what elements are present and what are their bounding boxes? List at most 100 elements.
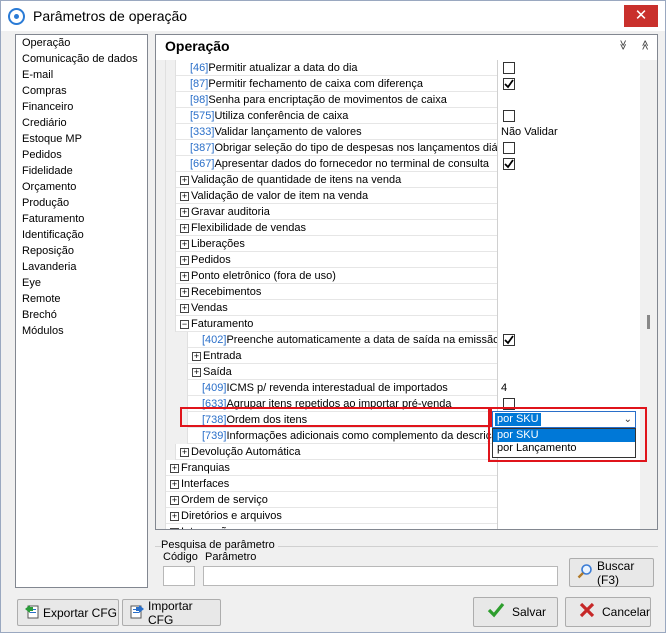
cancel-button[interactable]: Cancelar [565, 597, 651, 627]
category-item[interactable]: Brechó [16, 307, 147, 323]
row-value-cell[interactable] [497, 332, 640, 348]
collapse-all-icon[interactable]: ≫ [615, 38, 629, 52]
tree-group-row[interactable]: + Vendas [166, 300, 640, 316]
expand-icon[interactable]: + [180, 272, 189, 281]
tree-group-row[interactable]: + Recebimentos [166, 284, 640, 300]
category-item[interactable]: Eye [16, 275, 147, 291]
category-item[interactable]: Módulos [16, 323, 147, 339]
category-item[interactable]: Orçamento [16, 179, 147, 195]
collapse-icon[interactable]: − [180, 320, 189, 329]
row-value-cell[interactable] [497, 60, 640, 76]
category-item[interactable]: Financeiro [16, 99, 147, 115]
tree-group-row[interactable]: + Validação de valor de item na venda [166, 188, 640, 204]
category-item[interactable]: Reposição [16, 243, 147, 259]
category-item[interactable]: Crediário [16, 115, 147, 131]
category-item[interactable]: Estoque MP [16, 131, 147, 147]
chevron-down-icon[interactable]: ⌄ [624, 412, 632, 427]
dropdown-options-list[interactable]: por SKU por Lançamento [492, 428, 636, 458]
group-label: Devolução Automática [191, 446, 301, 458]
checkbox[interactable] [503, 78, 515, 90]
parameters-window: Parâmetros de operação ✕ Operação Comunic… [0, 0, 666, 633]
category-item[interactable]: Pedidos [16, 147, 147, 163]
expand-icon[interactable]: + [180, 224, 189, 233]
category-item[interactable]: E-mail [16, 67, 147, 83]
code-input[interactable] [163, 566, 195, 586]
parameter-row[interactable]: [402]Preenche automaticamente a data de … [166, 332, 640, 348]
row-value-cell[interactable]: Não Validar [497, 124, 640, 140]
expand-icon[interactable]: + [192, 368, 201, 377]
parameter-code: [402] [202, 334, 227, 346]
category-item[interactable]: Comunicação de dados [16, 51, 147, 67]
parameter-row[interactable]: [575]Utiliza conferência de caixa [166, 108, 640, 124]
category-item[interactable]: Produção [16, 195, 147, 211]
parameter-row[interactable]: [87]Permitir fechamento de caixa com dif… [166, 76, 640, 92]
expand-icon[interactable]: + [180, 256, 189, 265]
category-item[interactable]: Compras [16, 83, 147, 99]
tree-group-row[interactable]: + Diretórios e arquivos [166, 508, 640, 524]
category-item[interactable]: Identificação [16, 227, 147, 243]
tree-group-row[interactable]: + Liberações [166, 236, 640, 252]
tree-group-row[interactable]: + Ponto eletrônico (fora de uso) [166, 268, 640, 284]
category-item[interactable]: Remote [16, 291, 147, 307]
tree-group-row[interactable]: − Faturamento [166, 316, 640, 332]
row-value-cell[interactable] [497, 108, 640, 124]
expand-all-icon[interactable]: ≪ [637, 38, 651, 52]
expand-icon[interactable]: + [180, 448, 189, 457]
save-button[interactable]: Salvar [473, 597, 558, 627]
dropdown-option-por-sku[interactable]: por SKU [493, 429, 635, 442]
tree-group-row[interactable]: + Flexibilidade de vendas [166, 220, 640, 236]
scrollbar-thumb[interactable] [647, 315, 650, 329]
tree-group-row[interactable]: + Interfaces [166, 476, 640, 492]
row-value-cell[interactable] [497, 92, 640, 108]
category-item[interactable]: Fidelidade [16, 163, 147, 179]
checkbox[interactable] [503, 62, 515, 74]
tree-group-row[interactable]: + Saída [166, 364, 640, 380]
expand-icon[interactable]: + [180, 288, 189, 297]
ordem-dos-itens-select[interactable]: por SKU ⌄ [492, 411, 636, 428]
parameter-row[interactable]: [333]Validar lançamento de valores Não Va… [166, 124, 640, 140]
row-value-cell[interactable] [497, 140, 640, 156]
parameter-row[interactable]: [46]Permitir atualizar a data do dia [166, 60, 640, 76]
expand-icon[interactable]: + [170, 496, 179, 505]
category-item[interactable]: Operação [16, 35, 147, 51]
tree-group-row[interactable]: + Pedidos [166, 252, 640, 268]
expand-icon[interactable]: + [180, 208, 189, 217]
expand-icon[interactable]: + [180, 192, 189, 201]
expand-icon[interactable]: + [170, 528, 179, 529]
tree-group-row[interactable]: +Integrações [166, 524, 640, 529]
category-item[interactable]: Lavanderia [16, 259, 147, 275]
tree-group-row[interactable]: + Franquias [166, 460, 640, 476]
expand-icon[interactable]: + [170, 512, 179, 521]
row-value-cell[interactable] [497, 156, 640, 172]
dropdown-option-por-lancamento[interactable]: por Lançamento [493, 442, 635, 455]
expand-icon[interactable]: + [180, 240, 189, 249]
category-item[interactable]: Faturamento [16, 211, 147, 227]
expand-icon[interactable]: + [192, 352, 201, 361]
checkbox[interactable] [503, 110, 515, 122]
import-cfg-button[interactable]: Importar CFG [122, 599, 221, 627]
checkbox[interactable] [503, 158, 515, 170]
export-cfg-button[interactable]: Exportar CFG [17, 599, 119, 626]
search-button[interactable]: Buscar (F3) [569, 558, 654, 587]
parameter-row[interactable]: [98]Senha para encriptação de movimentos… [166, 92, 640, 108]
checkbox[interactable] [503, 142, 515, 154]
expand-icon[interactable]: + [170, 480, 179, 489]
row-label: [387]Obrigar seleção do tipo de despesas… [190, 140, 497, 156]
parameter-code: [87] [190, 78, 209, 90]
checkbox[interactable] [503, 334, 515, 346]
close-button[interactable]: ✕ [624, 5, 658, 27]
parameter-row[interactable]: [387]Obrigar seleção do tipo de despesas… [166, 140, 640, 156]
parameter-row[interactable]: [409]ICMS p/ revenda interestadual de im… [166, 380, 640, 396]
row-value-cell[interactable]: 4 [497, 380, 640, 396]
tree-group-row[interactable]: + Ordem de serviço [166, 492, 640, 508]
expand-icon[interactable]: + [180, 304, 189, 313]
parameter-input[interactable] [203, 566, 558, 586]
tree-group-row[interactable]: + Gravar auditoria [166, 204, 640, 220]
tree-group-row[interactable]: + Entrada [166, 348, 640, 364]
category-list[interactable]: Operação Comunicação de dados E-mail Compra… [15, 34, 148, 588]
parameter-row[interactable]: [667]Apresentar dados do fornecedor no t… [166, 156, 640, 172]
expand-icon[interactable]: + [180, 176, 189, 185]
tree-group-row[interactable]: + Validação de quantidade de itens na ven… [166, 172, 640, 188]
row-value-cell[interactable] [497, 76, 640, 92]
expand-icon[interactable]: + [170, 464, 179, 473]
